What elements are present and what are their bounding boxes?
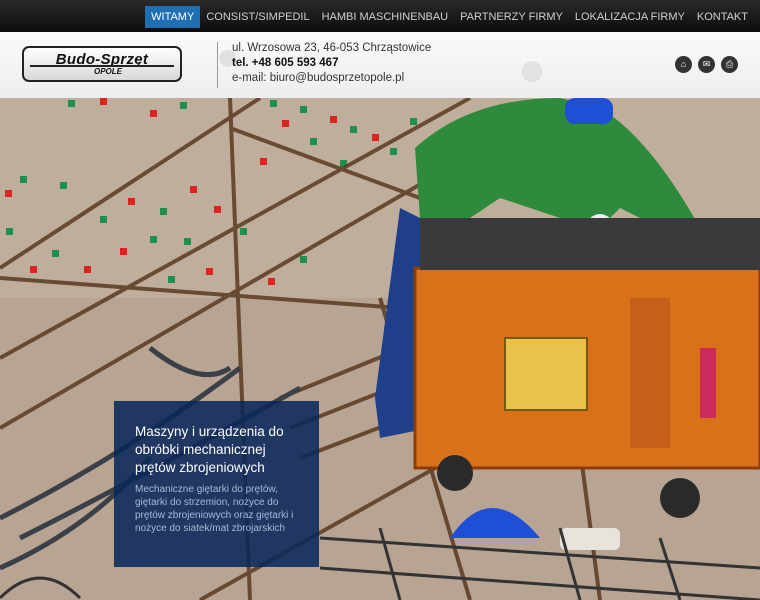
nav-item-consist-simpedil[interactable]: CONSIST/SIMPEDIL [200, 6, 315, 28]
contact-info: ul. Wrzosowa 23, 46-053 Chrząstowice tel… [232, 41, 431, 86]
nav-item-lokalizacja-firmy[interactable]: LOKALIZACJA FIRMY [569, 6, 691, 28]
email-text[interactable]: e-mail: biuro@budosprzetopole.pl [232, 71, 431, 86]
home-icon[interactable]: ⌂ [675, 56, 692, 73]
nav-item-witamy[interactable]: WITAMY [145, 6, 201, 28]
header-icons: ⌂ ✉ ⎙ [675, 56, 738, 73]
mail-icon[interactable]: ✉ [698, 56, 715, 73]
print-icon[interactable]: ⎙ [721, 56, 738, 73]
header-divider [217, 42, 218, 88]
nav-item-partnerzy-firmy[interactable]: PARTNERZY FIRMY [454, 6, 569, 28]
hero-banner: Maszyny i urządzenia do obróbki mechanic… [0, 98, 760, 600]
company-logo[interactable]: Budo-Sprzęt OPOLE [22, 46, 182, 82]
logo-subtitle: OPOLE [93, 67, 122, 76]
caption-text: Mechaniczne giętarki do prętów, giętarki… [135, 484, 294, 534]
main-menu: WITAMY CONSIST/SIMPEDIL HAMBI MASCHINENB… [145, 6, 754, 28]
top-navigation-bar: WITAMY CONSIST/SIMPEDIL HAMBI MASCHINENB… [0, 0, 760, 32]
address-text: ul. Wrzosowa 23, 46-053 Chrząstowice [232, 42, 432, 54]
gloves-on-ground [560, 528, 620, 550]
caption-title: Maszyny i urządzenia do obróbki mechanic… [135, 424, 284, 475]
nav-item-hambi-maschinenbau[interactable]: HAMBI MASCHINENBAU [316, 6, 455, 28]
nav-item-kontakt[interactable]: KONTAKT [691, 6, 754, 28]
site-header: Budo-Sprzęt OPOLE ul. Wrzosowa 23, 46-05… [0, 32, 760, 98]
hero-caption-box: Maszyny i urządzenia do obróbki mechanic… [114, 401, 319, 567]
phone-text: tel. +48 605 593 467 [232, 57, 339, 69]
